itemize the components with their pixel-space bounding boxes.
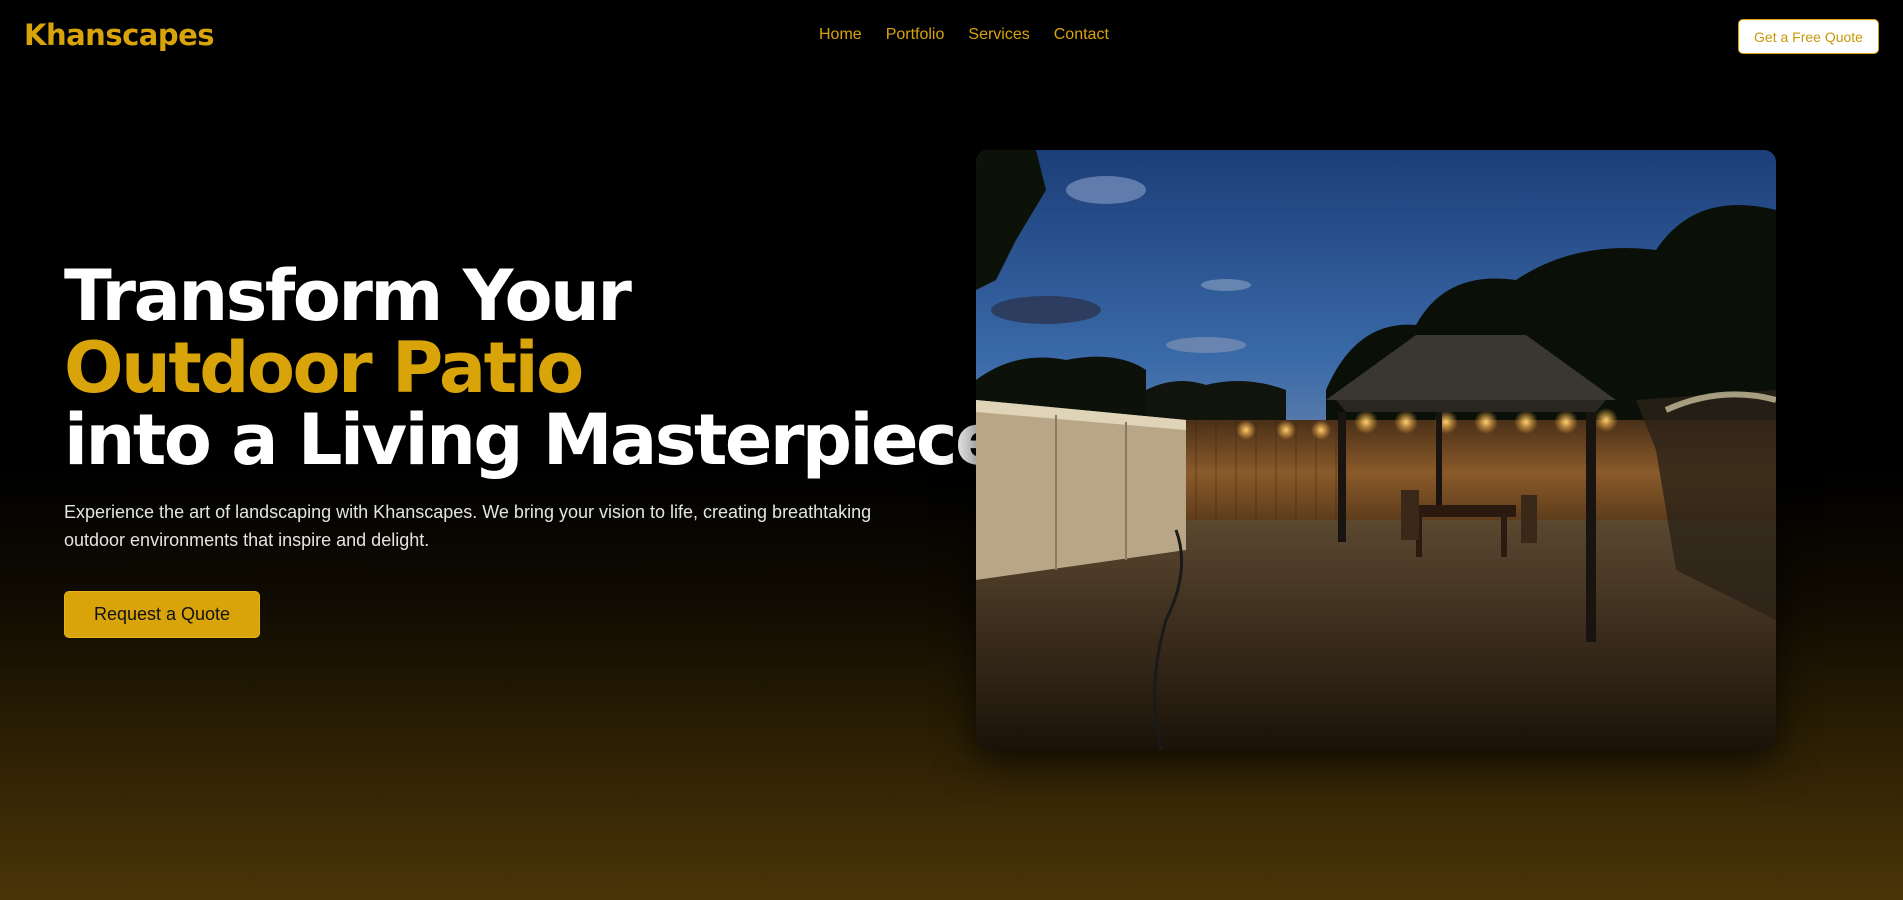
brand-logo[interactable]: Khanscapes — [24, 18, 215, 52]
nav-link-services[interactable]: Services — [968, 26, 1029, 44]
nav-link-home[interactable]: Home — [819, 26, 862, 44]
get-free-quote-button[interactable]: Get a Free Quote — [1738, 19, 1879, 54]
hero-headline: Transform Your Outdoor Patio into a Livi… — [64, 255, 1002, 481]
hero-description: Experience the art of landscaping with K… — [64, 502, 872, 550]
site-header: Khanscapes Home Portfolio Services Conta… — [0, 0, 1903, 75]
headline-line-1: Transform Your — [64, 255, 632, 337]
nav-link-portfolio[interactable]: Portfolio — [886, 26, 945, 44]
headline-accent-line: Outdoor Patio — [64, 327, 584, 409]
hero-patio-photo — [976, 150, 1776, 750]
nav-link-contact[interactable]: Contact — [1054, 26, 1109, 44]
main-nav: Home Portfolio Services Contact — [819, 26, 1109, 44]
headline-line-3: into a Living Masterpiece — [64, 399, 1002, 481]
hero-section: Transform Your Outdoor Patio into a Livi… — [64, 255, 1002, 554]
request-quote-button[interactable]: Request a Quote — [64, 591, 260, 638]
